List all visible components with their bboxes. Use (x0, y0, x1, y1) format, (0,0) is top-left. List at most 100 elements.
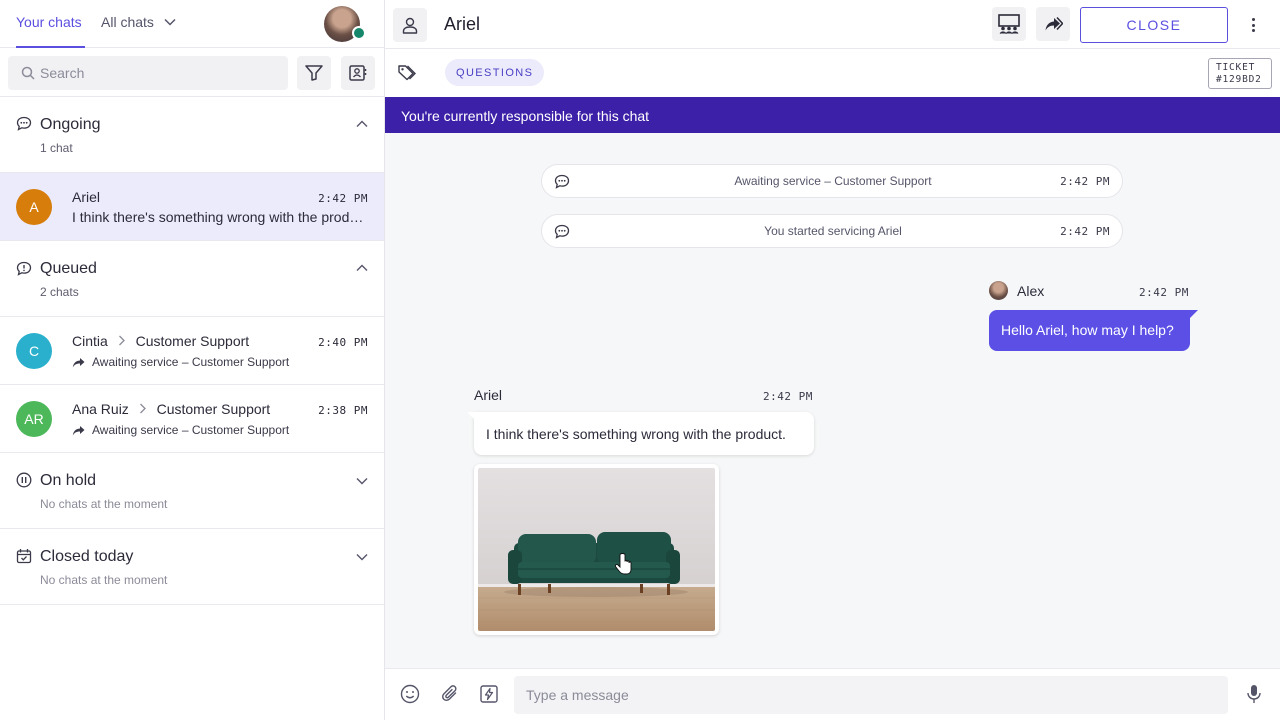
sofa-photo (478, 468, 715, 631)
ticket-badge: TICKET #129BD2 (1208, 58, 1272, 89)
avatar (989, 281, 1008, 300)
contact-name: Ana Ruiz (72, 401, 129, 417)
chat-item-time: 2:42 PM (318, 192, 368, 205)
search-icon (21, 66, 35, 80)
chat-item-status: Awaiting service – Customer Support (72, 355, 289, 369)
quick-reply-button[interactable] (478, 683, 500, 705)
attach-button[interactable] (439, 683, 461, 705)
image-attachment[interactable] (474, 464, 719, 635)
ticket-id: #129BD2 (1216, 74, 1262, 85)
message-composer (385, 668, 1280, 720)
chevron-up-icon[interactable] (356, 264, 368, 272)
section-title: Closed today (40, 548, 134, 565)
filter-icon (305, 65, 323, 81)
forward-all-icon (1045, 16, 1063, 31)
chat-header: Ariel CLOSE (385, 0, 1280, 49)
search-box (8, 56, 288, 90)
page-title: Ariel (444, 14, 481, 34)
tab-all-chats-label: All chats (101, 14, 154, 30)
smiley-icon (400, 684, 420, 704)
pause-icon (16, 472, 32, 488)
chat-item-name: Ana Ruiz Customer Support (72, 401, 270, 417)
chat-sidebar: Your chats All chats Ongoing 1 chat A Ar… (0, 0, 385, 720)
filter-button[interactable] (297, 56, 331, 90)
chat-item-time: 2:38 PM (318, 404, 368, 417)
team-presentation-icon (998, 14, 1020, 34)
system-message: You started servicing Ariel 2:42 PM (541, 214, 1123, 248)
section-title: Queued (40, 260, 97, 277)
section-on-hold[interactable]: On hold No chats at the moment (0, 453, 384, 529)
agent-message-bubble: Hello Ariel, how may I help? (989, 310, 1198, 351)
active-tab-indicator (16, 46, 85, 48)
tags-icon (398, 65, 416, 81)
queue-name: Customer Support (135, 333, 250, 349)
emoji-button[interactable] (399, 683, 421, 705)
person-icon (402, 17, 418, 34)
chat-item-name: Ariel (72, 189, 101, 205)
list-item[interactable]: C Cintia Customer Support 2:40 PM Awaiti… (0, 317, 384, 385)
customer-message-bubble: I think there's something wrong with the… (467, 412, 814, 455)
status-text: Awaiting service – Customer Support (92, 355, 290, 369)
list-item[interactable]: A Ariel 2:42 PM I think there's somethin… (0, 173, 384, 241)
paperclip-icon (442, 685, 457, 701)
chat-item-name: Cintia Customer Support (72, 333, 249, 349)
section-ongoing[interactable]: Ongoing 1 chat (0, 97, 384, 173)
chevron-up-icon[interactable] (356, 120, 368, 128)
avatar: A (16, 189, 52, 225)
forward-arrow-icon (72, 425, 85, 435)
contact-info-button[interactable] (393, 8, 427, 42)
system-message-text: Awaiting service – Customer Support (734, 174, 932, 188)
contacts-button[interactable] (341, 56, 375, 90)
tab-your-chats[interactable]: Your chats (16, 14, 82, 30)
chat-item-time: 2:40 PM (318, 336, 368, 349)
responsibility-banner: You're currently responsible for this ch… (385, 97, 1280, 133)
chevron-right-icon (118, 335, 125, 346)
lightning-icon (480, 685, 498, 703)
tab-all-chats[interactable]: All chats (101, 14, 176, 30)
more-options-icon[interactable] (1247, 14, 1259, 36)
chat-tabs: Your chats All chats (0, 0, 384, 48)
search-input[interactable] (40, 56, 280, 90)
contact-card-icon (349, 65, 367, 81)
system-message-text: You started servicing Ariel (764, 224, 902, 238)
section-queued[interactable]: Queued 2 chats (0, 241, 384, 317)
status-text: Awaiting service – Customer Support (92, 423, 290, 437)
queue-name: Customer Support (156, 401, 271, 417)
chat-alert-icon (16, 261, 32, 276)
system-message-time: 2:42 PM (1060, 225, 1110, 238)
chevron-down-icon (164, 18, 176, 26)
tag-chip[interactable]: QUESTIONS (445, 59, 545, 86)
tag-bar: QUESTIONS TICKET #129BD2 (385, 49, 1280, 97)
agent-name: Alex (1017, 283, 1045, 299)
message-input[interactable] (514, 676, 1228, 714)
chat-panel: Ariel CLOSE QUESTIONS TICKET #129BD2 You… (385, 0, 1280, 720)
ticket-label: TICKET (1216, 62, 1256, 73)
transfer-to-team-button[interactable] (992, 7, 1026, 41)
chat-item-preview: I think there's something wrong with the… (72, 209, 367, 225)
forward-button[interactable] (1036, 7, 1070, 41)
chevron-down-icon[interactable] (356, 553, 368, 561)
close-chat-button[interactable]: CLOSE (1080, 7, 1228, 43)
section-count: 2 chats (40, 285, 79, 299)
contact-name: Cintia (72, 333, 108, 349)
calendar-check-icon (16, 549, 32, 564)
voice-message-button[interactable] (1243, 683, 1265, 705)
section-count: 1 chat (40, 141, 73, 155)
tag-button[interactable] (395, 61, 419, 85)
avatar: AR (16, 401, 52, 437)
avatar: C (16, 333, 52, 369)
message-time: 2:42 PM (763, 390, 813, 403)
microphone-icon (1247, 685, 1261, 703)
system-message: Awaiting service – Customer Support 2:42… (541, 164, 1123, 198)
chevron-down-icon[interactable] (356, 477, 368, 485)
online-status-dot (352, 26, 366, 40)
chevron-right-icon (139, 403, 146, 414)
system-message-time: 2:42 PM (1060, 175, 1110, 188)
chat-bubble-icon (16, 116, 32, 131)
section-closed-today[interactable]: Closed today No chats at the moment (0, 529, 384, 605)
section-title: Ongoing (40, 116, 101, 133)
message-time: 2:42 PM (1139, 286, 1189, 299)
customer-name: Ariel (474, 387, 503, 403)
forward-arrow-icon (72, 357, 85, 367)
list-item[interactable]: AR Ana Ruiz Customer Support 2:38 PM Awa… (0, 385, 384, 453)
